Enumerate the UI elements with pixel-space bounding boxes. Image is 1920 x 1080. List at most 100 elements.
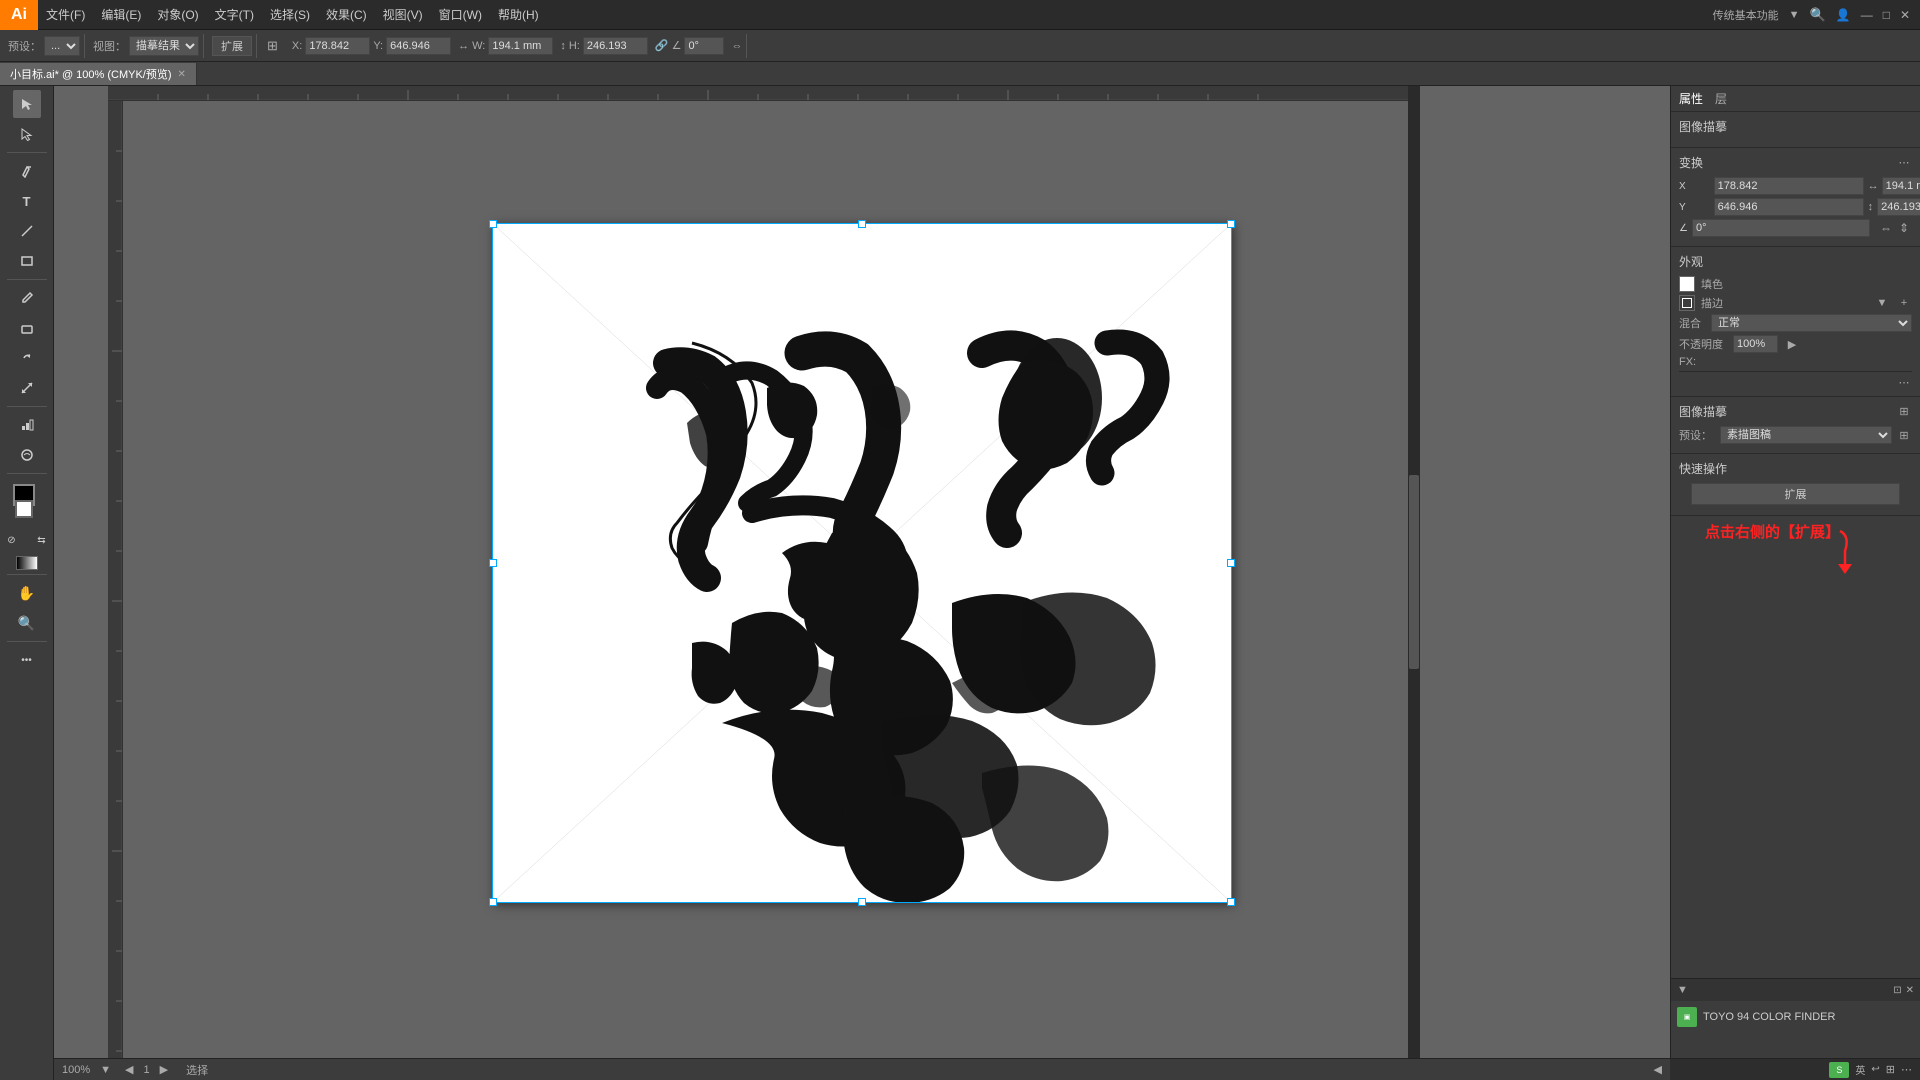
page-prev[interactable]: ◀ bbox=[125, 1063, 133, 1076]
background-color[interactable] bbox=[15, 500, 33, 518]
properties-tab[interactable]: 属性 bbox=[1679, 90, 1703, 107]
view-select[interactable]: 描摹结果 bbox=[129, 36, 199, 56]
y-input[interactable] bbox=[386, 37, 451, 55]
more-tools[interactable]: ••• bbox=[13, 646, 41, 674]
active-tab[interactable]: 小目标.ai* @ 100% (CMYK/预览) ✕ bbox=[0, 63, 197, 85]
fill-swatch[interactable] bbox=[1679, 276, 1695, 292]
zoom-dropdown[interactable]: ▼ bbox=[100, 1064, 111, 1076]
trace-apply-btn[interactable]: ⊞ bbox=[1896, 427, 1912, 443]
menu-help[interactable]: 帮助(H) bbox=[490, 0, 547, 29]
zoom-tool[interactable]: 🔍 bbox=[13, 609, 41, 637]
x-input[interactable] bbox=[305, 37, 370, 55]
none-icon[interactable]: ⊘ bbox=[0, 526, 26, 554]
expand-button[interactable]: 扩展 bbox=[212, 36, 252, 56]
image-trace-icons: ⊞ bbox=[1896, 404, 1912, 420]
fx-label: FX: bbox=[1679, 356, 1696, 368]
stroke-row: 描边 ▼ + bbox=[1679, 295, 1912, 311]
x-transform-input[interactable] bbox=[1714, 177, 1864, 195]
w-icon-sm: ↔ bbox=[1868, 180, 1878, 192]
text-tool[interactable]: T bbox=[13, 187, 41, 215]
menu-edit[interactable]: 编辑(E) bbox=[93, 0, 149, 29]
title-bar-dropdown[interactable]: ▼ bbox=[1789, 9, 1800, 21]
tray-undo-icon[interactable]: ↩ bbox=[1871, 1064, 1879, 1075]
menu-window[interactable]: 窗口(W) bbox=[431, 0, 490, 29]
preset-select[interactable]: ... bbox=[44, 36, 80, 56]
page-next[interactable]: ▶ bbox=[160, 1063, 168, 1076]
toyo-float-icon[interactable]: ⊡ bbox=[1893, 985, 1901, 996]
v-scroll-thumb[interactable] bbox=[1409, 475, 1419, 669]
warp-tool[interactable] bbox=[13, 441, 41, 469]
angle-transform-input[interactable] bbox=[1692, 219, 1870, 237]
stroke-settings-btn[interactable]: ▼ bbox=[1874, 295, 1890, 311]
image-desc-title: 图像描摹 bbox=[1679, 118, 1727, 135]
line-tool[interactable] bbox=[13, 217, 41, 245]
flip-h-icon[interactable]: ⇔ bbox=[1878, 220, 1894, 236]
close-icon[interactable]: ✕ bbox=[1900, 8, 1910, 22]
tray-lang-icon[interactable]: 英 bbox=[1855, 1062, 1865, 1077]
blend-select[interactable]: 正常 bbox=[1711, 314, 1912, 332]
gradient-swatch[interactable] bbox=[16, 556, 38, 570]
width-icon: ↔ bbox=[458, 40, 469, 52]
menu-view[interactable]: 视图(V) bbox=[375, 0, 431, 29]
select-tool[interactable] bbox=[13, 90, 41, 118]
v-scroll[interactable] bbox=[1408, 86, 1420, 1058]
flip-icons: ⇔ ⇕ bbox=[1878, 220, 1912, 236]
y-transform-input[interactable] bbox=[1714, 198, 1864, 216]
flip-v-icon[interactable]: ⇕ bbox=[1896, 220, 1912, 236]
rotate-tool[interactable] bbox=[13, 344, 41, 372]
hand-tool[interactable]: ✋ bbox=[13, 579, 41, 607]
swap-colors-icon[interactable]: ⇆ bbox=[28, 526, 55, 554]
menu-object[interactable]: 对象(O) bbox=[149, 0, 206, 29]
menu-effect[interactable]: 效果(C) bbox=[318, 0, 375, 29]
align-icon[interactable]: ⊞ bbox=[267, 38, 278, 54]
image-trace-header: 图像描摹 ⊞ bbox=[1679, 403, 1912, 420]
transform-section: 变换 ⋯ X ↔ mm Y ↕ ∠ bbox=[1671, 148, 1920, 247]
page-number: 1 bbox=[144, 1064, 150, 1076]
menu-file[interactable]: 文件(F) bbox=[38, 0, 93, 29]
canvas-container bbox=[492, 223, 1232, 903]
lock-icon[interactable]: 🔗 bbox=[655, 39, 669, 52]
maximize-icon[interactable]: □ bbox=[1883, 8, 1890, 22]
color-boxes bbox=[9, 482, 45, 518]
image-trace-new-btn[interactable]: ⊞ bbox=[1896, 404, 1912, 420]
direct-select-tool[interactable] bbox=[13, 120, 41, 148]
zoom-level[interactable]: 100% bbox=[62, 1064, 90, 1076]
eraser-tool[interactable] bbox=[13, 314, 41, 342]
tool-separator-2 bbox=[7, 279, 47, 280]
menu-text[interactable]: 文字(T) bbox=[207, 0, 262, 29]
trace-preset-select[interactable]: 素描图稿 bbox=[1720, 426, 1892, 444]
rect-tool[interactable] bbox=[13, 247, 41, 275]
h-transform-input[interactable] bbox=[1877, 198, 1920, 216]
tab-close-btn[interactable]: ✕ bbox=[178, 69, 186, 80]
angle-input[interactable] bbox=[684, 37, 724, 55]
toolbar-coords: X: Y: ↔ W: ↕ H: 🔗 ∠ ⇔ bbox=[288, 34, 748, 58]
w-transform-input[interactable] bbox=[1882, 177, 1920, 195]
appearance-section: 外观 填色 描边 ▼ + 混合 正常 不透明度 bbox=[1671, 247, 1920, 397]
minimize-icon[interactable]: — bbox=[1861, 8, 1873, 22]
tray-grid-icon[interactable]: ⋯ bbox=[1901, 1063, 1912, 1076]
stroke-add-btn[interactable]: + bbox=[1896, 295, 1912, 311]
opacity-input[interactable] bbox=[1733, 335, 1778, 353]
pen-tool[interactable] bbox=[13, 157, 41, 185]
layer-tab[interactable]: 层 bbox=[1715, 90, 1727, 107]
scale-tool[interactable] bbox=[13, 374, 41, 402]
transform-more-icon[interactable]: ⋯ bbox=[1896, 155, 1912, 171]
appearance-more-btn[interactable]: ⋯ bbox=[1896, 374, 1912, 390]
toyo-close-icon[interactable]: ✕ bbox=[1906, 985, 1914, 996]
tray-apps-icon[interactable]: ⊞ bbox=[1886, 1063, 1895, 1076]
tray-green-icon[interactable]: S bbox=[1829, 1062, 1849, 1078]
w-input[interactable] bbox=[488, 37, 553, 55]
menu-select[interactable]: 选择(S) bbox=[262, 0, 318, 29]
stroke-swatch-wrapper[interactable] bbox=[1679, 295, 1695, 311]
trace-preset-row: 预设： 素描图稿 ⊞ bbox=[1679, 426, 1912, 444]
pencil-tool[interactable] bbox=[13, 284, 41, 312]
quick-expand-button[interactable]: 扩展 bbox=[1691, 483, 1901, 505]
search-icon[interactable]: 🔍 bbox=[1810, 7, 1826, 23]
opacity-expand-btn[interactable]: ▶ bbox=[1784, 336, 1800, 352]
canvas-area[interactable]: 100% ▼ ◀ 1 ▶ 选择 ◀ bbox=[54, 86, 1670, 1080]
graph-tool[interactable] bbox=[13, 411, 41, 439]
adobe-id-icon[interactable]: 👤 bbox=[1836, 8, 1851, 22]
h-label: H: bbox=[569, 40, 580, 52]
h-input[interactable] bbox=[583, 37, 648, 55]
transform-icon: ⇔ bbox=[731, 40, 742, 52]
